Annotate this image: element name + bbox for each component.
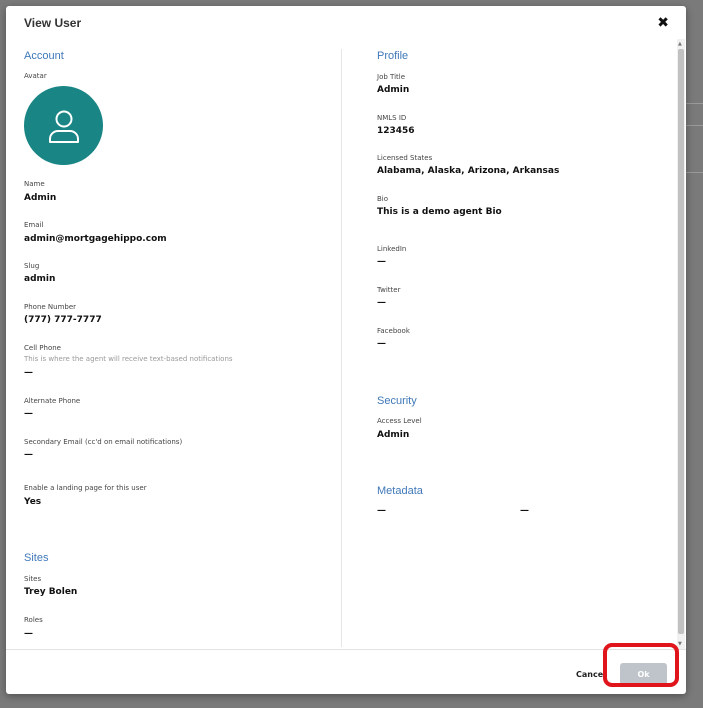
landing-page-value: Yes xyxy=(24,497,42,507)
avatar-label: Avatar xyxy=(24,72,47,80)
cell-phone-label: Cell Phone xyxy=(24,344,61,352)
backdrop-line xyxy=(686,103,703,104)
twitter-value: — xyxy=(377,298,386,308)
modal-body[interactable]: Account Avatar Name Admin Email admin@mo… xyxy=(6,39,686,647)
security-section-title: Security xyxy=(377,395,417,407)
metadata-value: — xyxy=(377,506,386,516)
modal-footer: Cancel Ok xyxy=(6,649,686,695)
phone-label: Phone Number xyxy=(24,303,77,311)
bio-value: This is a demo agent Bio xyxy=(377,207,502,217)
scroll-down-icon[interactable]: ▼ xyxy=(678,641,682,647)
metadata-value: — xyxy=(520,506,529,516)
alternate-phone-label: Alternate Phone xyxy=(24,397,81,405)
email-value: admin@mortgagehippo.com xyxy=(24,234,167,244)
roles-label: Roles xyxy=(24,616,43,624)
backdrop-line xyxy=(686,172,703,173)
slug-value: admin xyxy=(24,274,56,284)
facebook-label: Facebook xyxy=(377,327,410,335)
cell-phone-help: This is where the agent will receive tex… xyxy=(24,355,233,363)
job-title-value: Admin xyxy=(377,85,410,95)
user-icon xyxy=(48,110,79,143)
name-label: Name xyxy=(24,180,45,188)
bio-label: Bio xyxy=(377,195,389,203)
metadata-section-title: Metadata xyxy=(377,485,423,497)
sites-label: Sites xyxy=(24,575,42,583)
linkedin-label: LinkedIn xyxy=(377,245,407,253)
twitter-label: Twitter xyxy=(377,286,401,294)
secondary-email-value: — xyxy=(24,450,33,460)
name-value: Admin xyxy=(24,193,57,203)
sites-value: Trey Bolen xyxy=(24,587,78,597)
close-icon[interactable]: ✖ xyxy=(657,15,669,31)
phone-value: (777) 777-7777 xyxy=(24,315,102,325)
backdrop-line xyxy=(686,125,703,126)
job-title-label: Job Title xyxy=(377,73,406,81)
modal-title: View User xyxy=(24,16,82,30)
profile-section-title: Profile xyxy=(377,50,409,62)
email-label: Email xyxy=(24,221,44,229)
view-user-modal: View User ✖ Account Avatar Name Admin Em… xyxy=(6,6,686,694)
slug-label: Slug xyxy=(24,262,40,270)
column-divider xyxy=(341,49,342,647)
access-level-value: Admin xyxy=(377,430,410,440)
nmls-id-value: 123456 xyxy=(377,126,415,136)
avatar xyxy=(24,86,103,165)
cancel-button[interactable]: Cancel xyxy=(576,670,606,679)
scrollbar[interactable]: ▲ ▼ xyxy=(677,39,685,649)
landing-page-label: Enable a landing page for this user xyxy=(24,484,147,492)
access-level-label: Access Level xyxy=(377,417,422,425)
roles-value: — xyxy=(24,629,33,639)
alternate-phone-value: — xyxy=(24,409,33,419)
licensed-states-label: Licensed States xyxy=(377,154,433,162)
linkedin-value: — xyxy=(377,257,386,267)
sites-section-title: Sites xyxy=(24,552,49,564)
cell-phone-value: — xyxy=(24,368,33,378)
account-section-title: Account xyxy=(24,50,64,62)
secondary-email-label: Secondary Email (cc'd on email notificat… xyxy=(24,438,183,446)
scrollbar-thumb[interactable] xyxy=(678,49,684,634)
scroll-up-icon[interactable]: ▲ xyxy=(678,41,682,47)
facebook-value: — xyxy=(377,339,386,349)
licensed-states-value: Alabama, Alaska, Arizona, Arkansas xyxy=(377,166,560,176)
highlight-annotation xyxy=(603,643,679,687)
nmls-id-label: NMLS ID xyxy=(377,114,407,122)
